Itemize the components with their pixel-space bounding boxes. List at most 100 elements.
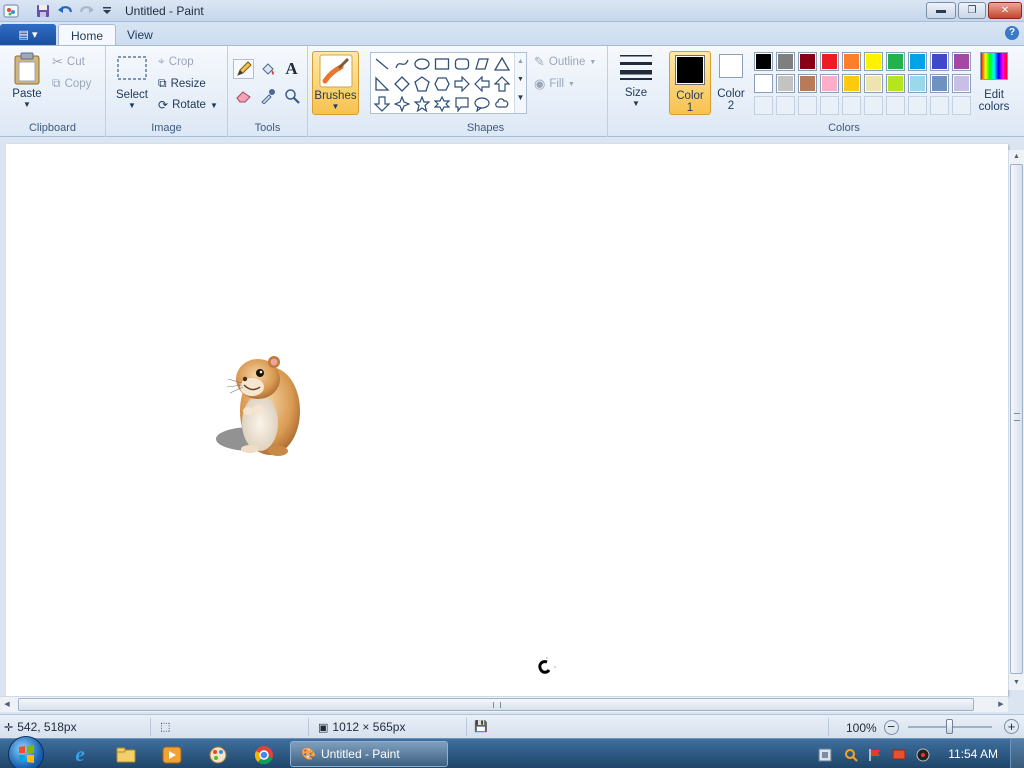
palette-color-swatch[interactable] [864, 52, 883, 71]
palette-color-swatch[interactable] [798, 52, 817, 71]
shapes-gallery-scroller[interactable]: ▲ ▼ ▼ [514, 53, 526, 113]
custom-color-slot[interactable] [952, 96, 971, 115]
tray-monitor-icon[interactable] [888, 742, 910, 767]
taskbar-paint-window[interactable]: 🎨 Untitled - Paint [290, 741, 448, 767]
diamond-shape-icon[interactable] [392, 74, 412, 94]
gallery-expand-icon[interactable]: ▼ [515, 89, 526, 107]
pentagon-shape-icon[interactable] [412, 74, 432, 94]
palette-color-swatch[interactable] [952, 52, 971, 71]
hexagon-shape-icon[interactable] [432, 74, 452, 94]
scroll-up-icon[interactable]: ▲ [1009, 150, 1024, 164]
right-triangle-shape-icon[interactable] [372, 74, 392, 94]
left-arrow-shape-icon[interactable] [472, 74, 492, 94]
palette-color-swatch[interactable] [886, 74, 905, 93]
up-arrow-shape-icon[interactable] [492, 74, 512, 94]
tray-network-icon[interactable] [814, 742, 836, 767]
gallery-scroll-down-icon[interactable]: ▼ [515, 71, 526, 89]
right-arrow-shape-icon[interactable] [452, 74, 472, 94]
drawing-canvas[interactable] [6, 144, 1008, 696]
down-arrow-shape-icon[interactable] [372, 94, 392, 114]
help-icon[interactable]: ? [1005, 26, 1019, 40]
edit-colors-button[interactable]: Edit colors [974, 52, 1014, 113]
customize-quick-access-icon[interactable] [98, 2, 116, 20]
palette-color-swatch[interactable] [754, 74, 773, 93]
paint-app-icon[interactable] [2, 2, 20, 20]
custom-color-slot[interactable] [886, 96, 905, 115]
close-button[interactable]: ✕ [988, 2, 1022, 19]
select-button[interactable]: Select ▼ [114, 54, 150, 110]
tray-search-icon[interactable] [840, 742, 862, 767]
palette-color-swatch[interactable] [820, 74, 839, 93]
start-button[interactable] [8, 736, 44, 768]
minimize-button[interactable]: ▬ [926, 2, 956, 19]
chrome-icon[interactable] [244, 742, 284, 767]
palette-color-swatch[interactable] [930, 74, 949, 93]
zoom-out-icon[interactable]: − [883, 720, 899, 735]
custom-color-slot[interactable] [820, 96, 839, 115]
magnifier-icon[interactable] [281, 86, 302, 106]
internet-explorer-icon[interactable]: e [60, 742, 100, 767]
line-shape-icon[interactable] [372, 54, 392, 74]
rotate-button[interactable]: ⟳ Rotate ▼ [158, 98, 218, 112]
taskbar-clock[interactable]: 11:54 AM [948, 747, 998, 761]
zoom-slider-thumb[interactable] [946, 719, 953, 734]
palette-color-swatch[interactable] [776, 74, 795, 93]
oval-shape-icon[interactable] [412, 54, 432, 74]
custom-color-slot[interactable] [776, 96, 795, 115]
maximize-button[interactable]: ❐ [958, 2, 986, 19]
custom-color-slot[interactable] [908, 96, 927, 115]
scroll-right-icon[interactable]: ▶ [994, 697, 1008, 712]
custom-color-slot[interactable] [930, 96, 949, 115]
palette-color-swatch[interactable] [776, 52, 795, 71]
pencil-icon[interactable] [233, 59, 254, 79]
paint-menu-button[interactable]: ▤ ▾ [0, 24, 56, 45]
palette-color-swatch[interactable] [842, 74, 861, 93]
vertical-scrollbar[interactable]: ▲ ▼ [1008, 150, 1024, 690]
crop-button[interactable]: ⌖ Crop [158, 54, 194, 69]
rounded-rectangle-shape-icon[interactable] [452, 54, 472, 74]
color-picker-icon[interactable] [257, 86, 278, 106]
tray-volume-icon[interactable] [912, 742, 934, 767]
six-point-star-shape-icon[interactable] [432, 94, 452, 114]
copy-button[interactable]: ⧉ Copy [52, 76, 91, 91]
resize-button[interactable]: ⧉ Resize [158, 76, 206, 91]
size-button[interactable]: Size ▼ [616, 52, 656, 108]
gallery-scroll-up-icon[interactable]: ▲ [515, 53, 526, 71]
media-player-icon[interactable] [152, 742, 192, 767]
undo-icon[interactable] [56, 2, 74, 20]
palette-color-swatch[interactable] [908, 74, 927, 93]
zoom-in-icon[interactable]: + [1004, 719, 1019, 734]
five-point-star-shape-icon[interactable] [412, 94, 432, 114]
show-desktop-button[interactable] [1010, 739, 1024, 768]
save-icon[interactable] [34, 2, 52, 20]
palette-color-swatch[interactable] [754, 52, 773, 71]
paste-button[interactable]: Paste ▼ [8, 52, 46, 109]
custom-color-slot[interactable] [864, 96, 883, 115]
horizontal-scrollbar[interactable]: ◀ ▶ [0, 696, 1008, 712]
horizontal-scroll-thumb[interactable] [18, 698, 974, 711]
tab-home[interactable]: Home [58, 24, 117, 46]
paint-taskbar-icon[interactable] [198, 742, 238, 767]
text-icon[interactable]: A [281, 59, 302, 79]
curve-shape-icon[interactable] [392, 54, 412, 74]
palette-color-swatch[interactable] [798, 74, 817, 93]
cloud-callout-shape-icon[interactable] [492, 94, 512, 114]
palette-color-swatch[interactable] [930, 52, 949, 71]
fill-button[interactable]: ◉ Fill ▼ [534, 76, 575, 92]
custom-color-slot[interactable] [798, 96, 817, 115]
color2-button[interactable]: Color 2 [714, 54, 748, 112]
four-point-star-shape-icon[interactable] [392, 94, 412, 114]
scroll-left-icon[interactable]: ◀ [0, 697, 14, 712]
outline-button[interactable]: ✎ Outline ▼ [534, 54, 596, 70]
scroll-down-icon[interactable]: ▼ [1009, 676, 1024, 690]
file-explorer-icon[interactable] [106, 742, 146, 767]
eraser-icon[interactable] [233, 86, 254, 106]
polygon-shape-icon[interactable] [472, 54, 492, 74]
fill-bucket-icon[interactable] [257, 59, 278, 79]
rounded-callout-shape-icon[interactable] [452, 94, 472, 114]
palette-color-swatch[interactable] [820, 52, 839, 71]
palette-color-swatch[interactable] [886, 52, 905, 71]
custom-color-slot[interactable] [754, 96, 773, 115]
palette-color-swatch[interactable] [952, 74, 971, 93]
custom-color-slot[interactable] [842, 96, 861, 115]
